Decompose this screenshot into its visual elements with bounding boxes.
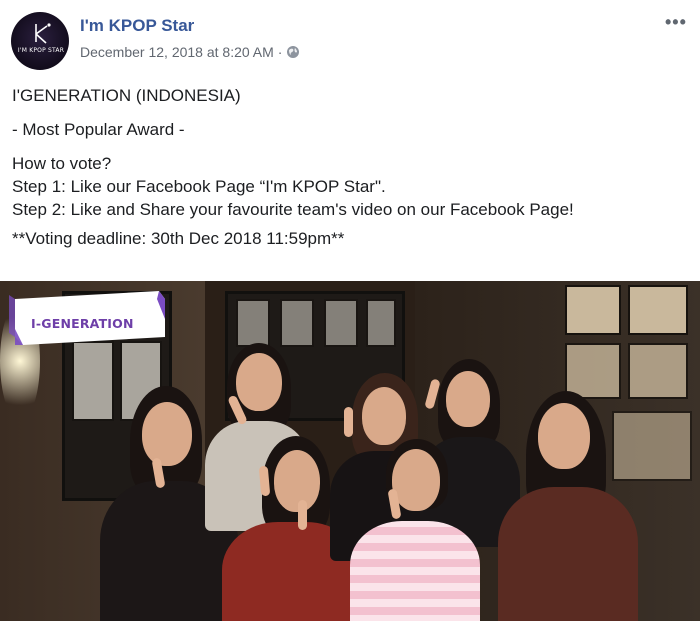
person [498,391,638,621]
meta-separator: · [277,44,283,60]
more-options-icon[interactable]: ••• [665,12,687,33]
post-line-deadline: **Voting deadline: 30th Dec 2018 11:59pm… [12,229,345,248]
badge-label: I-GENERATION [31,316,134,331]
page-avatar[interactable]: I'M KPOP STAR [11,12,69,70]
background-shelf [628,285,688,335]
post-line-step-1: Step 1: Like our Facebook Page “I'm KPOP… [12,177,386,196]
post-line-title: I'GENERATION (INDONESIA) [12,86,241,105]
background-window-pane [280,299,314,347]
post-header: I'M KPOP STAR I'm KPOP Star December 12,… [0,0,700,78]
avatar-logo-text: I'M KPOP STAR [17,47,65,54]
background-window-pane [366,299,396,347]
background-window-pane [236,299,270,347]
post-line-award: - Most Popular Award - [12,120,185,139]
kpop-star-logo-icon [35,23,51,44]
background-shelf [565,285,621,335]
person [350,439,480,621]
post-text: I'GENERATION (INDONESIA) - Most Popular … [12,84,692,250]
post-video[interactable]: I-GENERATION [0,281,700,621]
post-timestamp[interactable]: December 12, 2018 at 8:20 AM [80,44,274,60]
page-name-link[interactable]: I'm KPOP Star [80,16,194,36]
post-line-how-to-vote: How to vote? [12,154,112,173]
globe-icon[interactable] [286,45,300,59]
background-window-pane [324,299,358,347]
post-line-step-2: Step 2: Like and Share your favourite te… [12,200,574,219]
video-team-badge: I-GENERATION [9,289,165,347]
post-meta: December 12, 2018 at 8:20 AM · [80,44,300,60]
